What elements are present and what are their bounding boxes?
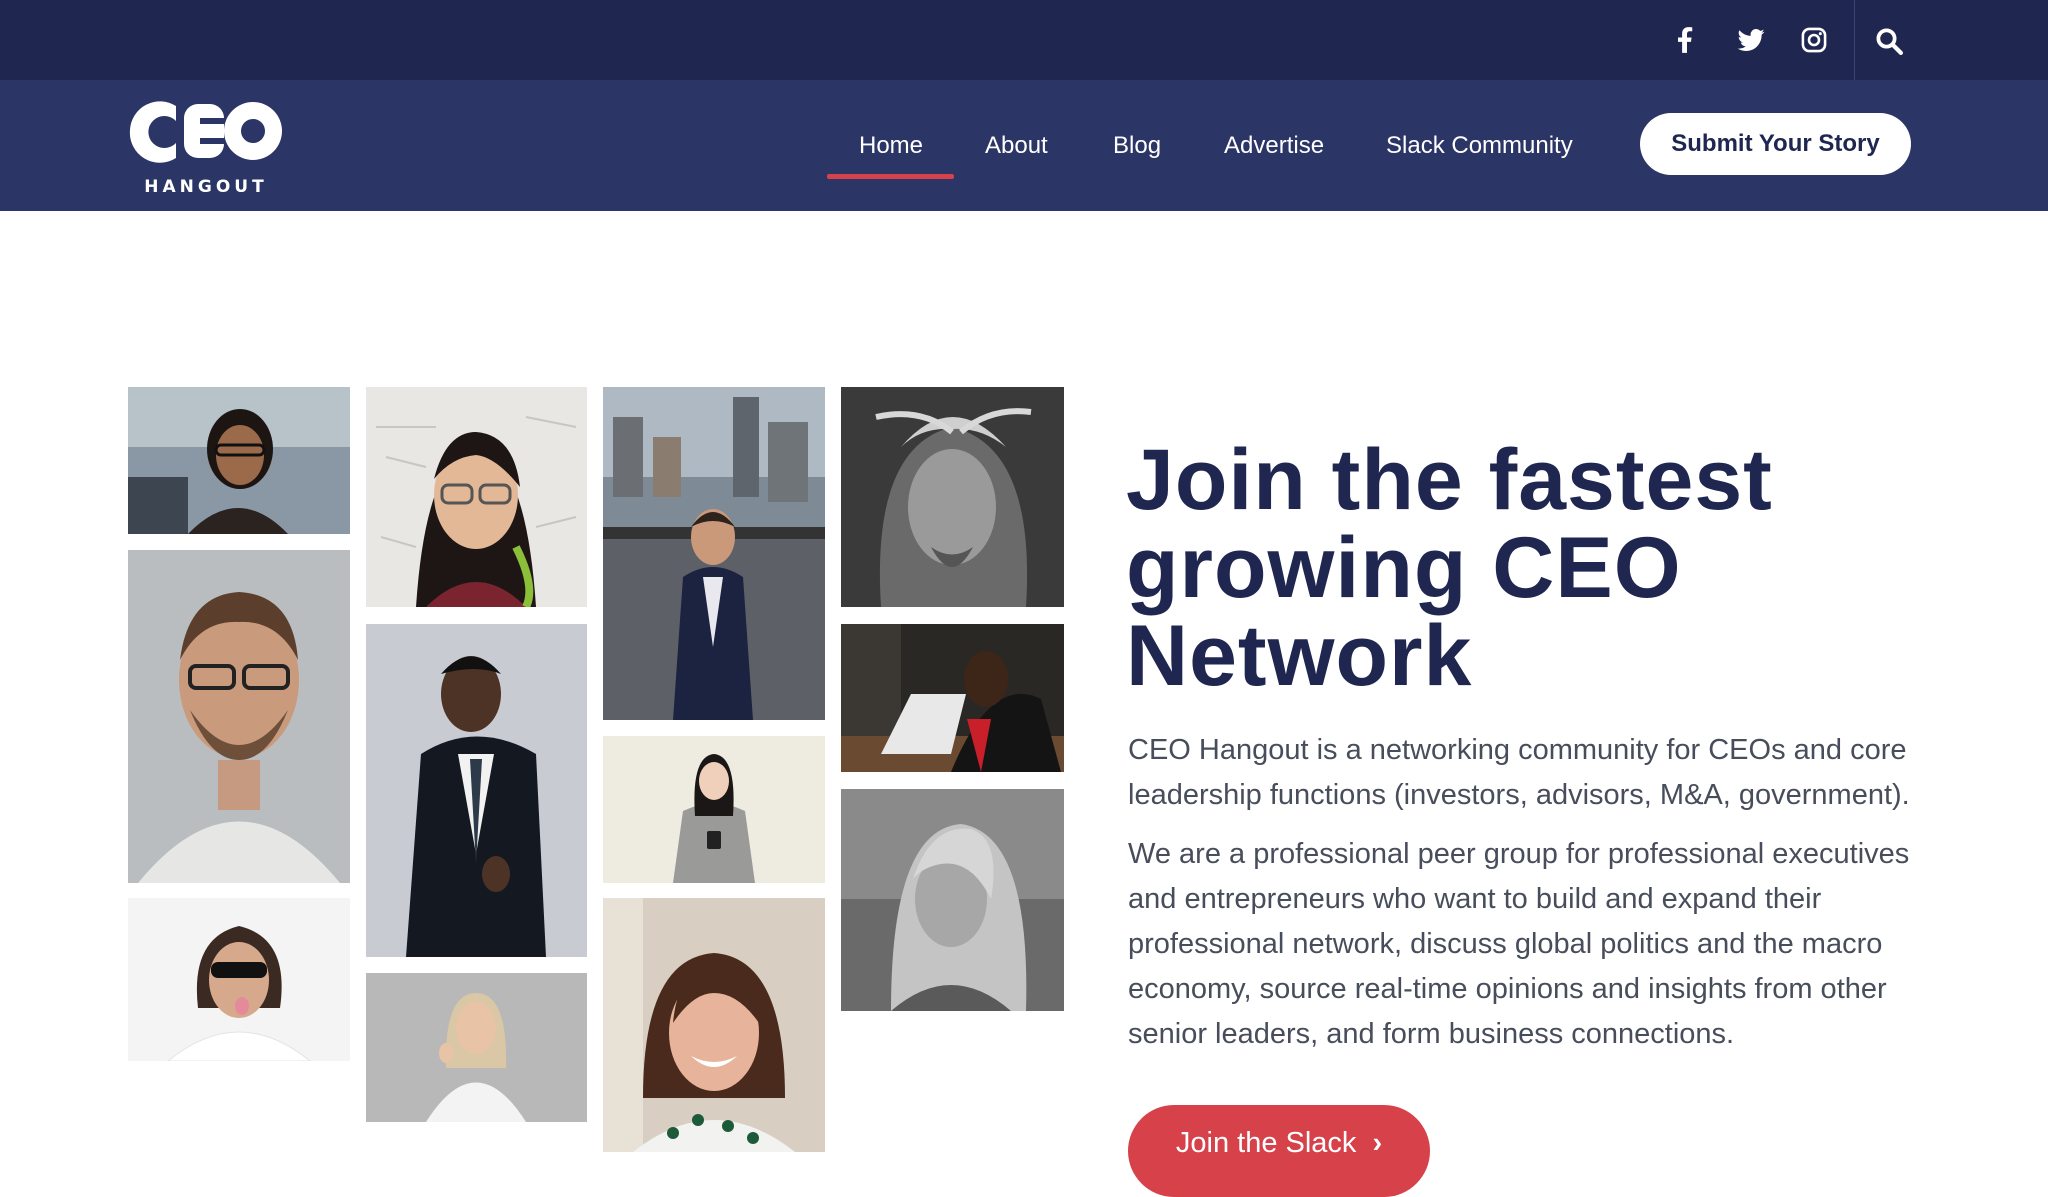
topbar-divider [1854, 0, 1855, 80]
chevron-right-icon: › [1372, 1127, 1383, 1159]
member-photo [603, 898, 825, 1152]
member-photo [841, 789, 1064, 1011]
twitter-link[interactable] [1737, 26, 1765, 54]
member-photo [366, 624, 587, 957]
hero-description-paragraph: We are a professional peer group for pro… [1128, 838, 1910, 1050]
top-utility-bar [0, 0, 2048, 80]
logo[interactable]: HANGOUT [126, 94, 286, 198]
facebook-link[interactable] [1673, 26, 1701, 54]
join-slack-button[interactable]: Join the Slack › [1128, 1105, 1430, 1197]
member-photo [128, 898, 350, 1061]
hero-intro-paragraph: CEO Hangout is a networking community fo… [1128, 734, 1910, 811]
search-button[interactable] [1874, 26, 1904, 56]
member-photo [128, 550, 350, 883]
member-photo [366, 973, 587, 1122]
nav-home[interactable]: Home [859, 126, 923, 166]
main-navbar: HANGOUT Home About Blog Advertise Slack … [0, 80, 2048, 211]
member-photo [841, 387, 1064, 607]
logo-image: HANGOUT [129, 101, 282, 197]
nav-slack-community[interactable]: Slack Community [1386, 126, 1573, 166]
member-photo [128, 387, 350, 534]
member-photo [841, 624, 1064, 772]
member-photo [603, 736, 825, 883]
member-photo [603, 387, 825, 720]
instagram-link[interactable] [1800, 26, 1828, 54]
nav-active-indicator [827, 174, 954, 179]
nav-about[interactable]: About [985, 126, 1048, 166]
hero-title: Join the fastest growing CEO Network [1126, 432, 1773, 704]
nav-blog[interactable]: Blog [1113, 126, 1161, 166]
facebook-icon [1678, 27, 1693, 53]
join-slack-label: Join the Slack [1175, 1127, 1357, 1159]
search-icon [1876, 28, 1903, 55]
nav-advertise[interactable]: Advertise [1224, 126, 1324, 166]
member-photo [366, 387, 587, 607]
submit-story-button[interactable]: Submit Your Story [1640, 113, 1911, 175]
twitter-icon [1737, 28, 1765, 51]
instagram-icon [1801, 27, 1827, 53]
logo-subtitle: HANGOUT [144, 177, 267, 197]
